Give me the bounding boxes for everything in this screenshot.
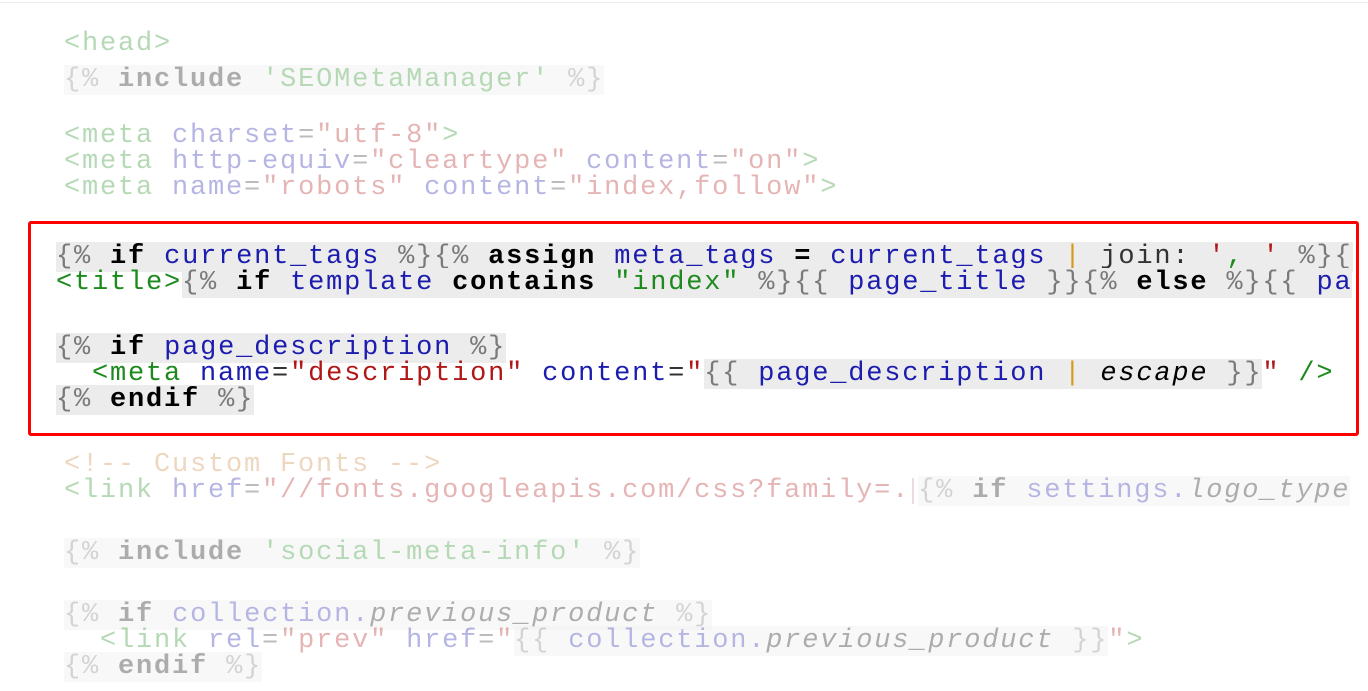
string-quote: " bbox=[1108, 626, 1127, 656]
include-name: 'social-meta-info' bbox=[262, 538, 587, 568]
liquid-delim: %} bbox=[604, 538, 641, 568]
liquid-variable: page_title bbox=[848, 268, 1029, 298]
liquid-delim: {% bbox=[182, 268, 219, 298]
liquid-delim: {% bbox=[64, 600, 101, 630]
liquid-include-social: {% include 'social-meta-info' %} bbox=[64, 538, 641, 568]
code-line-link-prev: <link rel="prev" href="{{ collection.pre… bbox=[100, 626, 1145, 656]
include-name: 'SEOMetaManager' bbox=[262, 65, 551, 95]
code-line-if-page-description: {% if page_description %} bbox=[56, 333, 507, 363]
liquid-keyword: else bbox=[1136, 268, 1209, 298]
liquid-delim: %} bbox=[226, 652, 263, 682]
liquid-variable: page_description bbox=[758, 359, 1047, 389]
liquid-delim: %} bbox=[218, 385, 255, 415]
output-open: {{ bbox=[514, 626, 551, 656]
liquid-delim: %} bbox=[1226, 268, 1263, 298]
liquid-delim: {% bbox=[64, 65, 101, 95]
output-open: {{ bbox=[794, 268, 831, 298]
liquid-endif: {% endif %} bbox=[56, 385, 255, 415]
filter-pipe: | bbox=[1064, 359, 1083, 389]
liquid-variable: settings. bbox=[1026, 476, 1189, 506]
liquid-keyword: contains bbox=[452, 268, 597, 298]
html-tag: <link bbox=[64, 476, 155, 506]
output-open: {{ bbox=[1262, 268, 1299, 298]
liquid-endif: {% endif %} bbox=[64, 652, 263, 682]
code-line-include-social: {% include 'social-meta-info' %} bbox=[64, 538, 641, 568]
liquid-delim: {% bbox=[918, 476, 955, 506]
equals: = bbox=[244, 173, 263, 203]
string-literal: "index" bbox=[614, 268, 741, 298]
code-line-meta-description: <meta name="description" content="{{ pag… bbox=[92, 359, 1335, 389]
liquid-variable: collection. bbox=[568, 626, 767, 656]
string-quote: " bbox=[686, 359, 705, 389]
liquid-keyword: include bbox=[118, 538, 245, 568]
liquid-delim: {% bbox=[56, 385, 93, 415]
code-line-if-prev: {% if collection.previous_product %} bbox=[64, 600, 713, 630]
code-line-endif: {% endif %} bbox=[56, 385, 255, 415]
top-divider bbox=[0, 2, 1368, 3]
tag-close: > bbox=[820, 173, 839, 203]
liquid-output-description: {{ page_description | escape }} bbox=[704, 359, 1263, 389]
string-quote: " bbox=[1262, 359, 1281, 389]
liquid-delim: {% bbox=[64, 652, 101, 682]
attr-value: "robots" bbox=[262, 173, 407, 203]
output-close: }} bbox=[1072, 626, 1109, 656]
liquid-keyword: include bbox=[118, 65, 245, 95]
code-line-title: <title>{% if template contains "index" %… bbox=[56, 268, 1353, 298]
output-close: }} bbox=[1046, 268, 1083, 298]
equals: = bbox=[550, 173, 569, 203]
liquid-delim: {% bbox=[64, 538, 101, 568]
equals: = bbox=[244, 476, 263, 506]
code-line-meta-robots: <meta name="robots" content="index,follo… bbox=[64, 173, 839, 203]
code-line-endif-prev: {% endif %} bbox=[64, 652, 263, 682]
equals: = bbox=[478, 626, 497, 656]
code-line-assign-meta-tags: {% if current_tags %}{% assign meta_tags… bbox=[56, 242, 1353, 272]
html-attr: href bbox=[172, 476, 245, 506]
liquid-delim: %} bbox=[568, 65, 605, 95]
output-close: }} bbox=[1226, 359, 1263, 389]
text-cursor bbox=[912, 478, 915, 504]
liquid-variable: template bbox=[290, 268, 435, 298]
html-attr: href bbox=[406, 626, 479, 656]
attr-value: "//fonts.googleapis.com/css?family=. bbox=[262, 476, 911, 506]
code-line-link-fonts: <link href="//fonts.googleapis.com/css?f… bbox=[64, 476, 1351, 506]
liquid-keyword: if bbox=[236, 268, 273, 298]
liquid-keyword: endif bbox=[118, 652, 209, 682]
string-quote: " bbox=[496, 626, 515, 656]
liquid-delim: %} bbox=[758, 268, 795, 298]
liquid-keyword: endif bbox=[110, 385, 201, 415]
liquid-property: logo_type bbox=[1188, 476, 1351, 506]
code-line-include-seo: {% include 'SEOMetaManager' %} bbox=[64, 65, 605, 95]
liquid-keyword: if bbox=[972, 476, 1009, 506]
html-attr: content bbox=[542, 359, 669, 389]
code-line-meta-cleartype: <meta http-equiv="cleartype" content="on… bbox=[64, 149, 820, 176]
html-tag: <meta bbox=[64, 173, 155, 203]
liquid-property: previous_product bbox=[766, 626, 1055, 656]
output-open: {{ bbox=[704, 359, 741, 389]
html-attr: name bbox=[172, 173, 245, 203]
head-tag: <head> bbox=[64, 29, 173, 59]
equals: = bbox=[272, 359, 291, 389]
liquid-delim: {% bbox=[56, 333, 93, 363]
liquid-filter: escape bbox=[1100, 359, 1209, 389]
liquid-title-logic: {% if template contains "index" %}{{ pag… bbox=[182, 268, 1353, 298]
attr-value: "index,follow" bbox=[568, 173, 821, 203]
liquid-include-seo: {% include 'SEOMetaManager' %} bbox=[64, 65, 605, 95]
code-line-head: <head> bbox=[28, 5, 172, 58]
equals: = bbox=[262, 626, 281, 656]
equals: = bbox=[668, 359, 687, 389]
html-tag: <title> bbox=[56, 268, 183, 298]
liquid-output-previous-product: {{ collection.previous_product }} bbox=[514, 626, 1109, 656]
liquid-delim: {% bbox=[1082, 268, 1119, 298]
tag-close: > bbox=[1126, 626, 1145, 656]
code-line-comment: <!-- Custom Fonts --> bbox=[64, 452, 442, 479]
html-attr: content bbox=[424, 173, 551, 203]
attr-value: "prev" bbox=[280, 626, 389, 656]
tag-close: /> bbox=[1298, 359, 1335, 389]
liquid-variable: pa bbox=[1316, 268, 1353, 298]
code-line-meta-charset: <meta charset="utf-8"> bbox=[64, 123, 460, 150]
liquid-if-logo-type: {% if settings.logo_type bbox=[918, 476, 1351, 506]
attr-value: "description" bbox=[290, 359, 525, 389]
